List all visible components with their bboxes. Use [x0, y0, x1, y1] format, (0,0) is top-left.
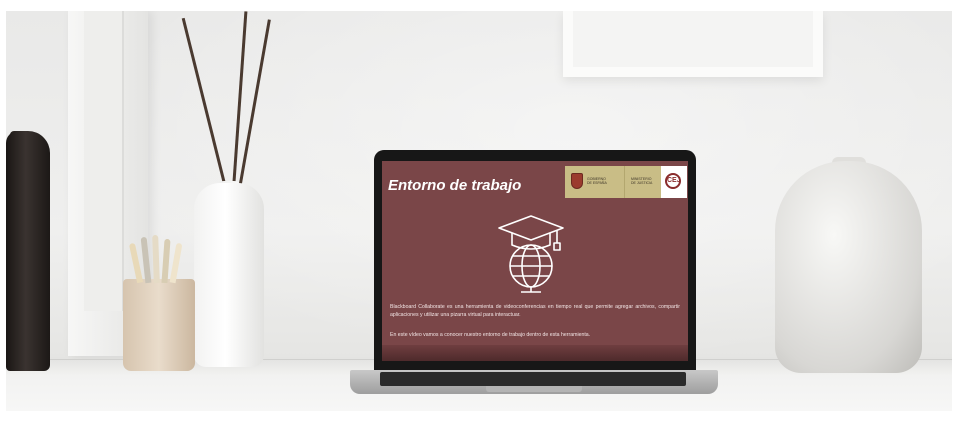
- top-picture-frame: [563, 11, 823, 77]
- logo-strip: GOBIERNO DE ESPAÑA MINISTERIO DE JUSTICI…: [565, 166, 687, 198]
- laptop-keyboard: [380, 372, 686, 386]
- slide-paragraph-2: En este vídeo vamos a conocer nuestro en…: [390, 332, 591, 338]
- dark-bottle: [6, 131, 50, 371]
- ministry-logo-text: MINISTERIO DE JUSTICIA: [631, 177, 653, 185]
- coat-of-arms-icon: [571, 173, 583, 189]
- photo-scene: Entorno de trabajo GOBIERNO DE ESPAÑA MI…: [6, 11, 952, 411]
- cej-logo-mark: CEJ: [665, 173, 681, 189]
- government-logo: GOBIERNO DE ESPAÑA: [565, 166, 625, 198]
- white-vase: [194, 183, 264, 367]
- slide-bottom-band: [382, 345, 688, 361]
- ministry-logo: MINISTERIO DE JUSTICIA: [625, 166, 661, 198]
- laptop-trackpad: [486, 386, 582, 392]
- pencil-cup: [123, 234, 195, 371]
- graduation-cap-globe-icon: [498, 215, 564, 293]
- slide-title: Entorno de trabajo: [388, 177, 522, 194]
- government-logo-text: GOBIERNO DE ESPAÑA: [587, 177, 607, 185]
- slide-paragraph-1: Blackboard Collaborate es una herramient…: [390, 304, 680, 318]
- stone-vase: [775, 161, 922, 373]
- left-picture-frame-inner: [84, 11, 124, 311]
- laptop-screen-slide: Entorno de trabajo GOBIERNO DE ESPAÑA MI…: [382, 161, 688, 361]
- cej-logo: CEJ: [661, 166, 687, 198]
